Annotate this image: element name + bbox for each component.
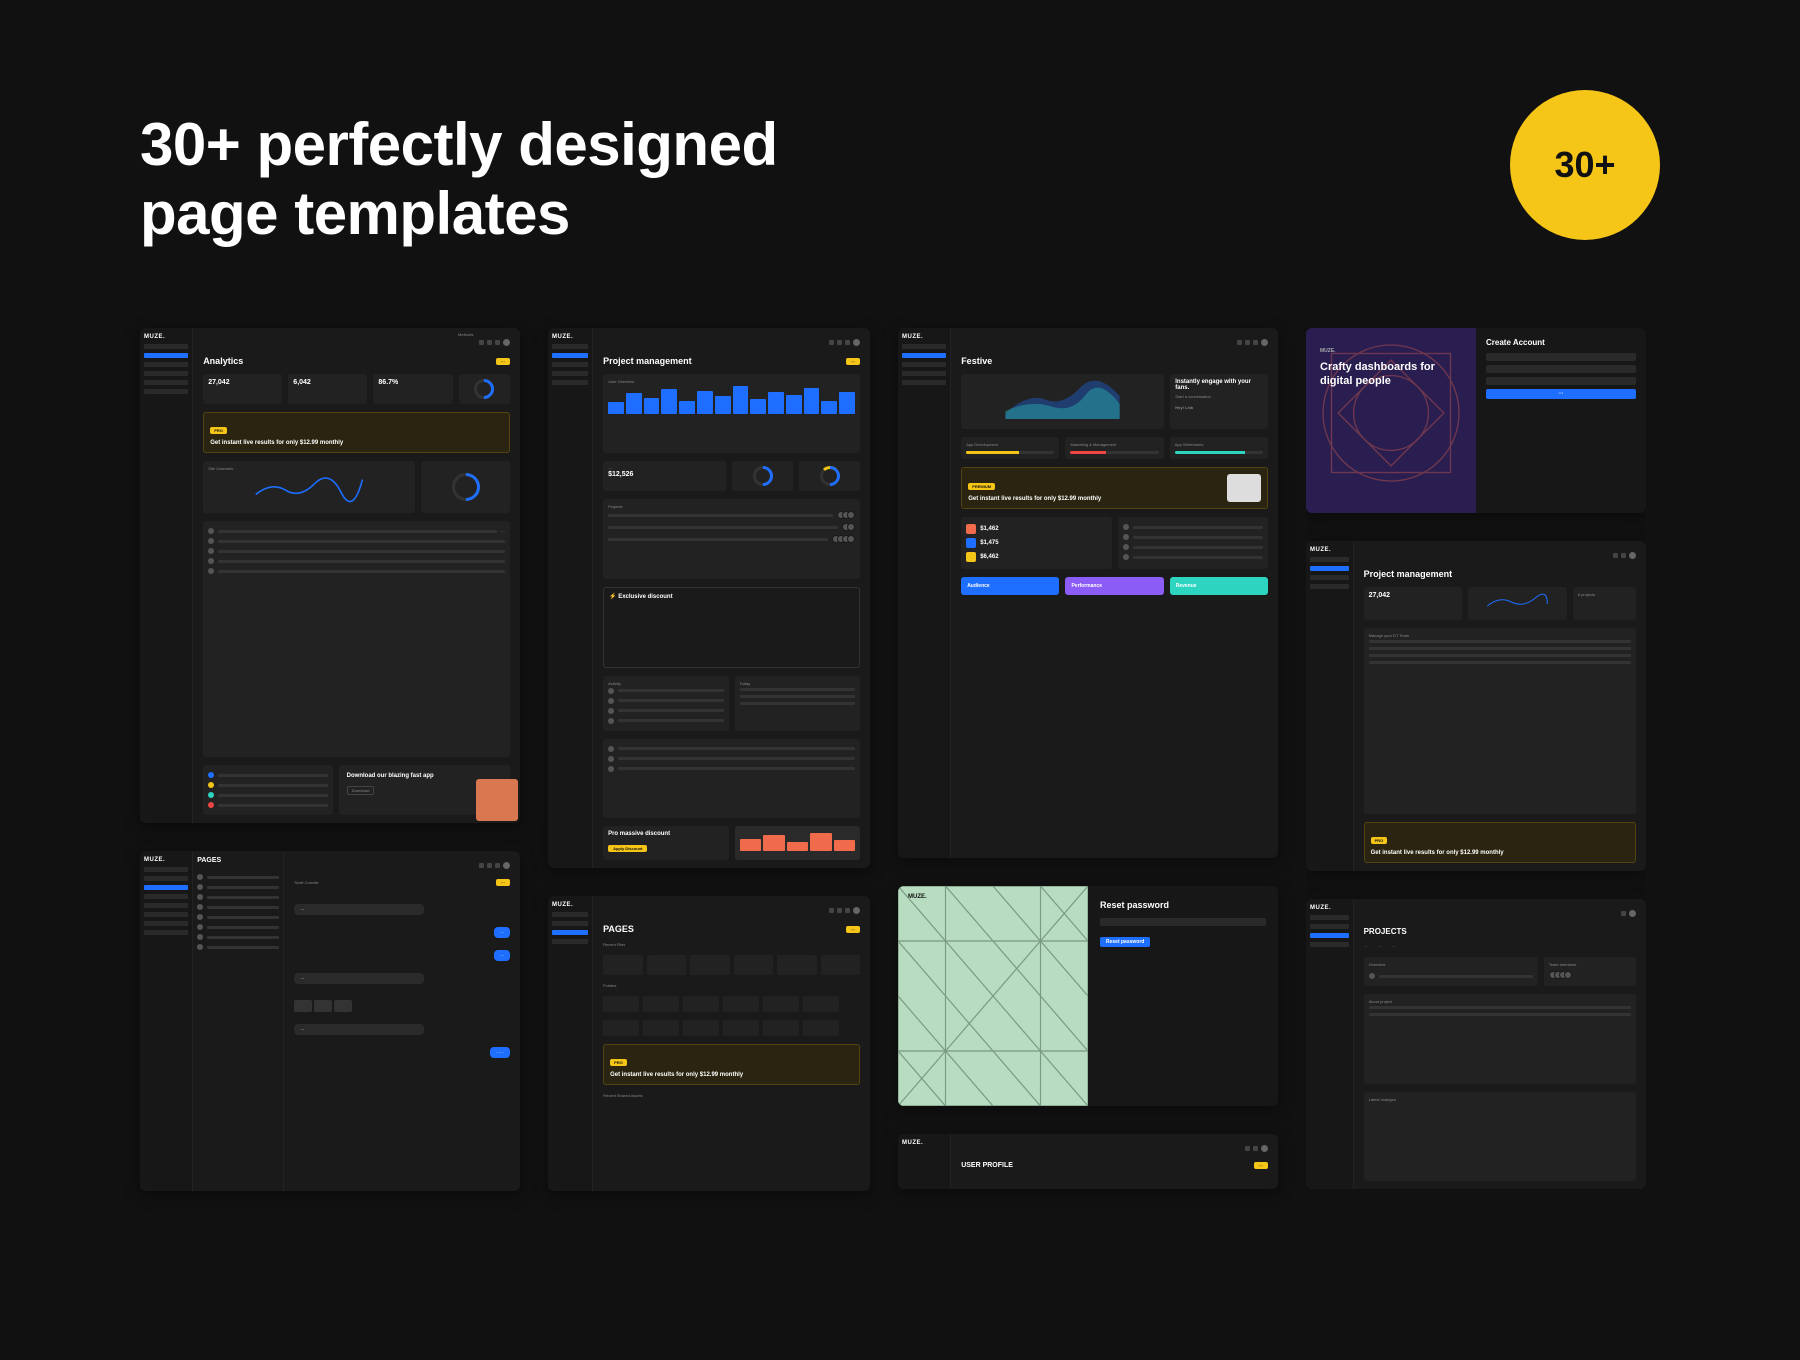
form-title: Reset password [1100, 900, 1266, 910]
thumb-title: PAGES [603, 924, 634, 934]
apply-discount-button[interactable]: Apply Discount [608, 845, 647, 852]
line-chart-icon [208, 471, 410, 503]
brand-logo: MUZE. [144, 857, 188, 863]
ring-chart-icon [753, 466, 773, 486]
thumb-title: Project management [1364, 569, 1636, 579]
thumb-festive[interactable]: MUZE. Festive [898, 328, 1278, 858]
pattern-icon [1306, 328, 1476, 498]
brand-logo: MUZE. [552, 902, 588, 908]
promo-banner[interactable]: PREMIUM Get instant live results for onl… [961, 467, 1268, 509]
thumb-pages-files[interactable]: MUZE. PAGES ··· Recent Files Folders [548, 896, 870, 1191]
thumb-title: Analytics [203, 356, 243, 366]
download-button[interactable]: Download [347, 786, 375, 795]
count-badge: 30+ [1510, 90, 1660, 240]
action-button[interactable]: ··· [846, 926, 860, 933]
promo-banner[interactable]: PRO Get instant live results for only $1… [1364, 822, 1636, 863]
password-field[interactable] [1100, 918, 1266, 926]
action-button[interactable]: ··· [1254, 1162, 1268, 1169]
illustration-icon [476, 779, 518, 821]
thumb-user-profile[interactable]: MUZE. USER PROFILE ··· [898, 1134, 1278, 1189]
thumb-title: Festive [961, 356, 1268, 366]
bar-chart-icon [740, 831, 855, 851]
promo-banner[interactable]: PRO Get instant live results for only $1… [603, 1044, 860, 1085]
thumb-project-management[interactable]: MUZE. Project management ··· User Overvi… [548, 328, 870, 868]
brand-logo: MUZE. [1310, 547, 1349, 553]
thumb-pages-chat[interactable]: MUZE. PAGES [140, 851, 520, 1191]
reset-password-button[interactable]: Reset password [1100, 937, 1150, 947]
email-field[interactable] [1486, 365, 1636, 373]
name-field[interactable] [1486, 353, 1636, 361]
template-gallery: MUZE. Analytics ··· 27,042 6,042 86.7% [140, 328, 1690, 1191]
illustration-icon [1227, 474, 1261, 502]
hero-title-line2: page templates [140, 180, 570, 247]
form-title: Create Account [1486, 338, 1636, 347]
action-button[interactable]: ··· [496, 879, 510, 886]
bar-chart-icon [608, 384, 855, 414]
signup-button[interactable]: ··· [1486, 389, 1636, 399]
hero-title: 30+ perfectly designed page templates [140, 110, 778, 248]
thumb-projects-detail[interactable]: MUZE. PROJECTS ········· Overview [1306, 899, 1646, 1189]
thumb-project-management-2[interactable]: MUZE. Project management 27,042 6 projec… [1306, 541, 1646, 871]
action-button[interactable]: ··· [846, 358, 860, 365]
donut-chart-icon [452, 473, 480, 501]
area-chart-icon [966, 379, 1159, 419]
brand-logo: MUZE. [902, 334, 946, 340]
ring-chart-icon [820, 466, 840, 486]
ring-chart-icon [474, 379, 494, 399]
hero-title-line1: 30+ perfectly designed [140, 111, 778, 178]
thumb-reset-password[interactable]: MUZE. Reset password Reset password [898, 886, 1278, 1106]
thumb-analytics[interactable]: MUZE. Analytics ··· 27,042 6,042 86.7% [140, 328, 520, 823]
thumb-title: Project management [603, 356, 692, 366]
thumb-title: USER PROFILE [961, 1162, 1013, 1169]
thumb-title: PROJECTS [1364, 927, 1636, 936]
promo-banner[interactable]: PRO Get instant live results for only $1… [203, 412, 510, 453]
password-field[interactable] [1486, 377, 1636, 385]
brand-logo: MUZE. [144, 334, 188, 340]
brand-logo: MUZE. [1310, 905, 1349, 911]
action-button[interactable]: ··· [496, 358, 510, 365]
pattern-icon [898, 886, 1088, 1106]
thumb-create-account[interactable]: MUZE. Crafty dashboards for digital peop… [1306, 328, 1646, 513]
brand-logo: MUZE. [552, 334, 588, 340]
